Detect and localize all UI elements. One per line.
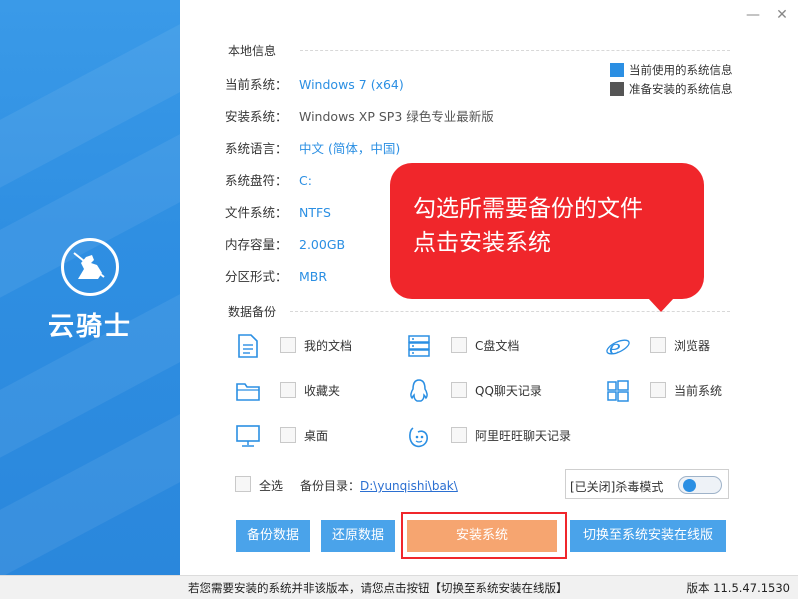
backup-item-label: 收藏夹: [304, 384, 341, 398]
info-value: C:: [299, 173, 312, 188]
legend-swatch: [610, 63, 624, 77]
legend-swatch: [610, 82, 624, 96]
divider: [300, 50, 730, 51]
status-message: 若您需要安装的系统并非该版本，请您点击按钮【切换至系统安装在线版】: [188, 581, 568, 595]
backup-item-label: 阿里旺旺聊天记录: [475, 429, 572, 443]
status-bar: 若您需要安装的系统并非该版本，请您点击按钮【切换至系统安装在线版】 版本 11.…: [0, 575, 798, 599]
checkbox-browser[interactable]: [650, 337, 666, 353]
info-label: 系统语言：: [225, 141, 288, 156]
backup-title: 数据备份: [228, 305, 277, 319]
server-icon: [408, 335, 430, 357]
monitor-icon: [236, 425, 260, 447]
info-row-memory: 内存容量： 2.00GB: [225, 234, 345, 252]
main-panel: — ✕ 本地信息 当前系统： Windows 7 (x64) 安装系统： Windo…: [180, 0, 798, 575]
backup-item-label: 我的文档: [304, 339, 353, 353]
legend-label: 当前使用的系统信息: [629, 63, 733, 77]
app-logo: 云骑士: [30, 238, 150, 343]
antivirus-mode-label: [已关闭]杀毒模式: [570, 480, 664, 494]
install-system-button[interactable]: 安装系统: [407, 520, 557, 552]
info-row-language: 系统语言： 中文 (简体，中国): [225, 138, 400, 156]
knight-logo-icon: [61, 238, 119, 296]
backup-directory: 备份目录：D:\yunqishi\bak\: [300, 477, 458, 494]
local-info-title: 本地信息: [228, 44, 277, 58]
antivirus-mode: [已关闭]杀毒模式: [565, 469, 729, 499]
backup-directory-label: 备份目录：: [300, 479, 361, 493]
tooltip-tail: [648, 298, 674, 312]
info-value: 2.00GB: [299, 237, 346, 252]
select-all-label: 全选: [259, 479, 284, 493]
info-label: 系统盘符：: [225, 173, 288, 188]
info-label: 文件系统：: [225, 205, 288, 220]
document-icon: [238, 334, 258, 358]
backup-item-label: QQ聊天记录: [475, 384, 542, 398]
svg-text:e: e: [609, 335, 621, 359]
minimize-button[interactable]: —: [746, 8, 760, 22]
info-row-drive: 系统盘符： C:: [225, 170, 312, 188]
windows-icon: [607, 380, 629, 402]
folder-icon: [236, 383, 260, 401]
ie-browser-icon: e: [606, 335, 630, 359]
checkbox-my-documents[interactable]: [280, 337, 296, 353]
info-value: NTFS: [299, 205, 331, 220]
backup-data-button[interactable]: 备份数据: [236, 520, 310, 552]
legend-current: 当前使用的系统信息: [610, 62, 733, 78]
info-row-filesystem: 文件系统： NTFS: [225, 202, 331, 220]
info-label: 分区形式：: [225, 269, 288, 284]
close-button[interactable]: ✕: [775, 8, 789, 22]
antivirus-toggle[interactable]: [678, 476, 722, 494]
wangwang-icon: [409, 427, 428, 448]
checkbox-desktop[interactable]: [280, 427, 296, 443]
backup-item-label: 桌面: [304, 429, 329, 443]
info-value: MBR: [299, 269, 328, 284]
backup-directory-link[interactable]: D:\yunqishi\bak\: [360, 479, 458, 493]
qq-icon: [410, 379, 428, 402]
info-value: Windows XP SP3 绿色专业最新版: [299, 109, 494, 124]
legend-label: 准备安装的系统信息: [629, 82, 733, 96]
info-row-current-system: 当前系统： Windows 7 (x64): [225, 74, 404, 92]
checkbox-favorites[interactable]: [280, 382, 296, 398]
info-value: Windows 7 (x64): [299, 77, 404, 92]
info-label: 当前系统：: [225, 77, 288, 92]
backup-item-label: C盘文档: [475, 339, 520, 353]
restore-data-button[interactable]: 还原数据: [321, 520, 395, 552]
checkbox-c-documents[interactable]: [451, 337, 467, 353]
info-label: 安装系统：: [225, 109, 288, 124]
backup-item-label: 当前系统: [674, 384, 723, 398]
backup-item-label: 浏览器: [674, 339, 711, 353]
switch-online-button[interactable]: 切换至系统安装在线版: [570, 520, 726, 552]
info-row-partition: 分区形式： MBR: [225, 266, 327, 284]
version-label: 版本 11.5.47.1530: [686, 581, 790, 595]
info-row-install-system: 安装系统： Windows XP SP3 绿色专业最新版: [225, 106, 494, 124]
checkbox-current-system[interactable]: [650, 382, 666, 398]
toggle-knob: [683, 479, 696, 492]
sidebar: 云骑士: [0, 0, 180, 575]
checkbox-qq-chat[interactable]: [451, 382, 467, 398]
tooltip-line-2: 点击安装系统: [413, 230, 551, 256]
checkbox-select-all[interactable]: [235, 476, 251, 492]
tooltip-line-1: 勾选所需要备份的文件: [413, 196, 643, 222]
checkbox-wangwang-chat[interactable]: [451, 427, 467, 443]
guide-tooltip: 勾选所需要备份的文件 点击安装系统: [390, 163, 704, 312]
app-name: 云骑士: [47, 312, 132, 342]
info-value: 中文 (简体，中国): [299, 141, 401, 156]
info-label: 内存容量：: [225, 237, 288, 252]
legend-install: 准备安装的系统信息: [610, 81, 733, 97]
